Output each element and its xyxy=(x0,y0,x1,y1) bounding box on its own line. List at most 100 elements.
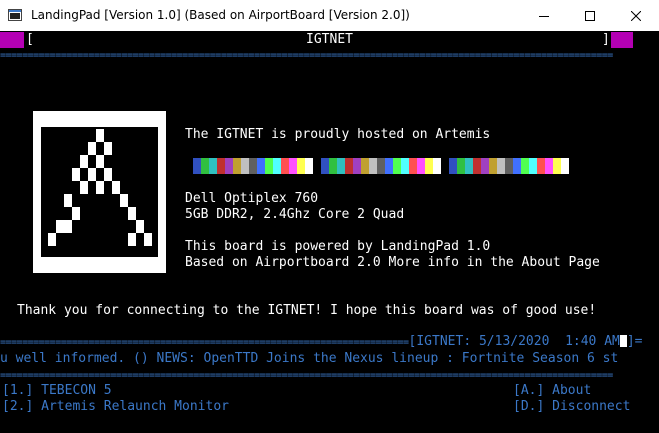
window-titlebar: LandingPad [Version 1.0] (Based on Airpo… xyxy=(0,0,659,31)
color-swatch xyxy=(465,158,473,174)
color-swatch xyxy=(201,158,209,174)
logo-pixel xyxy=(144,233,152,246)
color-swatch xyxy=(553,158,561,174)
logo-pixel xyxy=(104,142,112,155)
color-swatch xyxy=(521,158,529,174)
news-ticker: u well informed. () NEWS: OpenTTD Joins … xyxy=(0,351,619,366)
color-swatch xyxy=(457,158,465,174)
logo-inner xyxy=(41,127,158,257)
color-swatch xyxy=(425,158,433,174)
color-swatch xyxy=(345,158,353,174)
color-swatch xyxy=(217,158,225,174)
minimize-button[interactable] xyxy=(521,0,567,31)
text-cursor xyxy=(619,335,627,347)
color-swatch xyxy=(473,158,481,174)
color-swatch xyxy=(513,158,521,174)
color-swatch xyxy=(337,158,345,174)
logo-pixel xyxy=(88,168,96,181)
color-swatch xyxy=(249,158,257,174)
maximize-button[interactable] xyxy=(567,0,613,31)
minimize-icon xyxy=(539,15,549,17)
igtnet-logo xyxy=(33,111,166,273)
color-swatch xyxy=(449,158,457,174)
color-swatch xyxy=(313,158,321,174)
color-swatch xyxy=(257,158,265,174)
color-swatch xyxy=(489,158,497,174)
color-swatch xyxy=(393,158,401,174)
color-swatch xyxy=(193,158,201,174)
color-swatch xyxy=(417,158,425,174)
hosted-by-text: The IGTNET is proudly hosted on Artemis xyxy=(185,127,491,142)
logo-pixel xyxy=(80,181,88,194)
logo-pixel xyxy=(48,233,56,246)
logo-pixel xyxy=(72,207,80,220)
color-swatch xyxy=(385,158,393,174)
status-datetime: [IGTNET: 5/13/2020 1:40 AM xyxy=(408,334,620,349)
color-swatch xyxy=(441,158,449,174)
color-swatch xyxy=(305,158,313,174)
status-line: ========================================… xyxy=(0,334,643,350)
color-swatch xyxy=(409,158,417,174)
color-swatch xyxy=(481,158,489,174)
window-title: LandingPad [Version 1.0] (Based on Airpo… xyxy=(31,8,410,22)
color-swatch xyxy=(265,158,273,174)
header-board-name: IGTNET xyxy=(306,32,353,47)
menu-item-disconnect[interactable]: [D.] Disconnect xyxy=(513,399,630,415)
status-separator: ========================================… xyxy=(0,337,409,348)
logo-pixel xyxy=(72,168,80,181)
separator-line: ========================================… xyxy=(0,370,613,381)
color-swatch xyxy=(241,158,249,174)
logo-pixel xyxy=(88,142,96,155)
logo-pixel xyxy=(80,155,88,168)
logo-pixel xyxy=(96,181,104,194)
color-swatch xyxy=(289,158,297,174)
hardware-specs-text: 5GB DDR2, 2.4Ghz Core 2 Quad xyxy=(185,207,405,222)
logo-pixel xyxy=(96,155,104,168)
color-swatch xyxy=(281,158,289,174)
color-swatch xyxy=(361,158,369,174)
color-swatch xyxy=(353,158,361,174)
based-on-text: Based on Airportboard 2.0 More info in t… xyxy=(185,255,600,270)
color-swatch xyxy=(321,158,329,174)
color-swatch-strip xyxy=(193,158,569,174)
color-swatch xyxy=(545,158,553,174)
color-swatch xyxy=(433,158,441,174)
color-swatch xyxy=(505,158,513,174)
color-swatch xyxy=(209,158,217,174)
color-swatch xyxy=(401,158,409,174)
logo-pixel xyxy=(64,194,72,207)
close-button[interactable] xyxy=(613,0,659,31)
color-swatch xyxy=(369,158,377,174)
logo-pixel xyxy=(64,220,72,233)
color-swatch xyxy=(233,158,241,174)
logo-pixel xyxy=(56,220,64,233)
color-swatch xyxy=(273,158,281,174)
logo-pixel xyxy=(128,207,136,220)
logo-pixel xyxy=(96,129,104,142)
status-suffix: ]= xyxy=(626,334,643,349)
logo-pixel xyxy=(136,220,144,233)
color-swatch xyxy=(377,158,385,174)
color-swatch xyxy=(225,158,233,174)
menu-item-artemis-relaunch[interactable]: [2.] Artemis Relaunch Monitor xyxy=(2,399,229,415)
color-swatch xyxy=(561,158,569,174)
color-swatch xyxy=(297,158,305,174)
color-swatch xyxy=(529,158,537,174)
menu-item-about[interactable]: [A.] About xyxy=(513,383,591,399)
color-swatch xyxy=(497,158,505,174)
close-icon xyxy=(631,10,641,21)
logo-pixel xyxy=(104,168,112,181)
powered-by-text: This board is powered by LandingPad 1.0 xyxy=(185,239,491,254)
color-swatch xyxy=(537,158,545,174)
hardware-model-text: Dell Optiplex 760 xyxy=(185,191,319,206)
separator-line: ========================================… xyxy=(0,50,613,61)
logo-pixel xyxy=(120,194,128,207)
maximize-icon xyxy=(585,10,595,21)
terminal-screen[interactable]: [ ] IGTNET =============================… xyxy=(0,31,659,433)
logo-pixel xyxy=(128,233,136,246)
menu-item-tebecon[interactable]: [1.] TEBECON 5 xyxy=(2,383,112,399)
console-app-icon xyxy=(8,9,22,21)
thank-you-message: Thank you for connecting to the IGTNET! … xyxy=(17,303,597,318)
logo-pixel xyxy=(112,181,120,194)
color-swatch xyxy=(329,158,337,174)
